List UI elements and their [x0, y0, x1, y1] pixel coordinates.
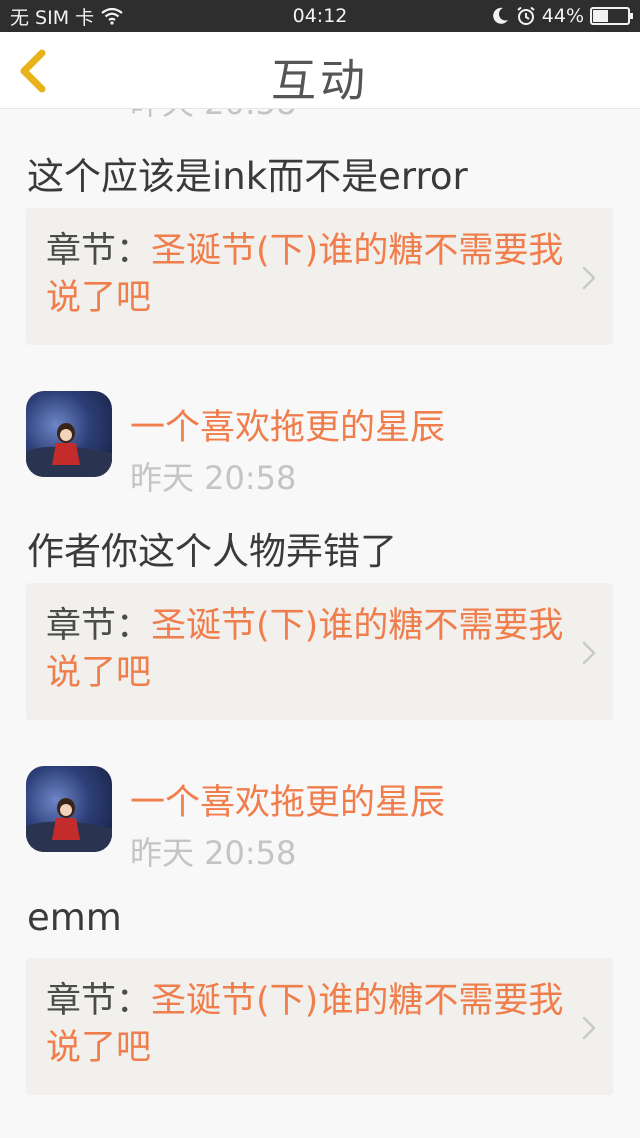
avatar[interactable] [26, 766, 112, 852]
carrier-label: 无 SIM 卡 [10, 6, 95, 29]
chapter-link-card[interactable]: 章节：圣诞节(下)谁的糖不需要我说了吧 [26, 583, 613, 720]
username[interactable]: 一个喜欢拖更的星辰 [130, 774, 445, 825]
chapter-link-card[interactable]: 章节：圣诞节(下)谁的糖不需要我说了吧 [26, 208, 613, 345]
page-title: 互动 [270, 54, 369, 107]
chapter-prefix: 章节： [46, 231, 152, 271]
battery-fill [593, 10, 608, 22]
chevron-right-icon [582, 266, 596, 290]
interaction-feed[interactable]: 一个喜欢拖更的星辰 昨天 20:58 这个应该是ink而不是error 章节：圣… [0, 32, 640, 1138]
status-left: 无 SIM 卡 [10, 3, 260, 30]
wifi-icon [101, 7, 123, 25]
avatar[interactable] [26, 391, 112, 477]
chapter-prefix: 章节： [46, 606, 152, 646]
chapter-link-text: 章节：圣诞节(下)谁的糖不需要我说了吧 [46, 603, 571, 697]
battery-icon [590, 7, 633, 25]
comment-text: 作者你这个人物弄错了 [27, 530, 397, 573]
moon-icon [492, 7, 508, 24]
username[interactable]: 一个喜欢拖更的星辰 [130, 399, 445, 450]
chevron-right-icon [582, 641, 596, 665]
comment-text: emm [27, 896, 122, 939]
comment-timestamp: 昨天 20:58 [130, 459, 297, 497]
feed-list: 一个喜欢拖更的星辰 昨天 20:58 这个应该是ink而不是error 章节：圣… [0, 32, 640, 1138]
chapter-link-text: 章节：圣诞节(下)谁的糖不需要我说了吧 [46, 978, 571, 1072]
comment-text: 这个应该是ink而不是error [27, 155, 468, 198]
clock: 04:12 [292, 5, 348, 27]
status-right: 44% [380, 5, 633, 27]
battery-percent: 44% [541, 5, 584, 27]
alarm-icon [517, 6, 535, 25]
comment-item: 一个喜欢拖更的星辰 昨天 20:58 作者你这个人物弄错了 章节：圣诞节(下)谁… [0, 391, 640, 766]
avatar-image [26, 798, 112, 852]
top-nav-bar: 互动 [0, 32, 640, 109]
chapter-prefix: 章节： [46, 981, 152, 1021]
chevron-right-icon [582, 1016, 596, 1040]
comment-item: 一个喜欢拖更的星辰 昨天 20:58 emm 章节：圣诞节(下)谁的糖不需要我说… [0, 766, 640, 1138]
avatar-image [26, 423, 112, 477]
comment-timestamp: 昨天 20:58 [130, 834, 297, 872]
status-bar: 无 SIM 卡 04:12 44% [0, 0, 640, 32]
chapter-link-card[interactable]: 章节：圣诞节(下)谁的糖不需要我说了吧 [26, 958, 613, 1095]
chapter-link-text: 章节：圣诞节(下)谁的糖不需要我说了吧 [46, 228, 571, 322]
